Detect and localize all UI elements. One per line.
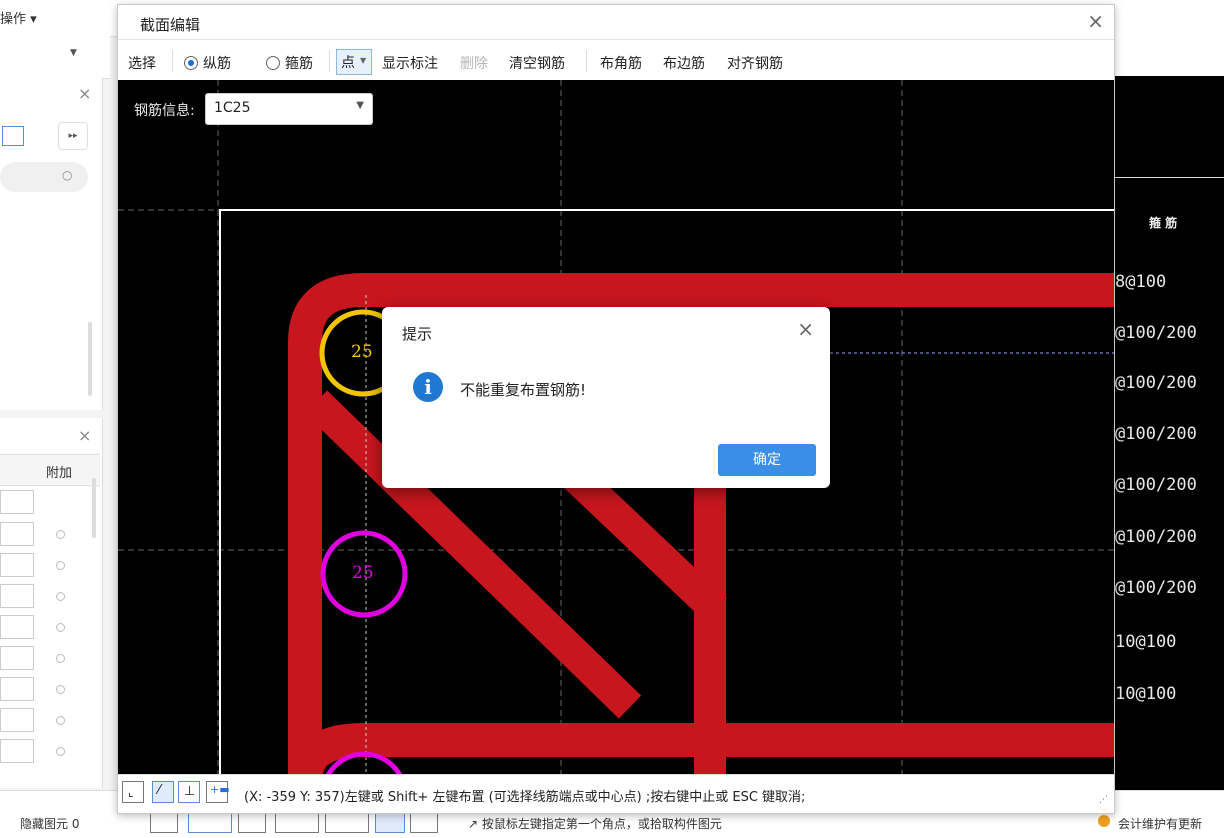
scrollbar[interactable]: [88, 322, 92, 396]
cad-row: @100/200: [1115, 578, 1197, 598]
tool-icon[interactable]: [375, 811, 405, 833]
align-rebar-button[interactable]: 对齐钢筋: [727, 53, 783, 73]
radio-icon: [184, 56, 198, 70]
close-icon[interactable]: ×: [78, 84, 91, 103]
toolbar: 选择 纵筋 箍筋 点 ▼ 显示标注 删除 清空钢筋 布角筋 布边筋 对齐钢筋: [118, 39, 1114, 81]
cad-row: 10@100: [1115, 632, 1177, 652]
select-button[interactable]: 选择: [128, 53, 156, 73]
expand-icon[interactable]: ▸▸: [58, 122, 88, 150]
radio-dot[interactable]: [56, 561, 65, 570]
message-text: 不能重复布置钢筋!: [460, 381, 587, 399]
operation-menu[interactable]: 操作 ▾: [0, 8, 37, 27]
right-header-area: [1113, 36, 1224, 76]
hidden-count: 隐藏图元 0: [20, 817, 80, 831]
tool-icon[interactable]: [150, 811, 178, 833]
left-dropdown-area: ▼: [0, 36, 110, 79]
close-icon[interactable]: ×: [78, 426, 91, 445]
radio-label: 纵筋: [203, 56, 231, 72]
line-icon[interactable]: ⁄: [152, 781, 174, 803]
ortho-icon[interactable]: ⌞: [122, 781, 144, 803]
radio-dot[interactable]: [56, 592, 65, 601]
radio-dot[interactable]: [56, 623, 65, 632]
dropdown-arrow-icon[interactable]: ▼: [70, 48, 77, 58]
cad-row: @100/200: [1115, 475, 1197, 495]
divider: [586, 50, 587, 72]
table-cell-input[interactable]: [0, 677, 34, 701]
snap-icon[interactable]: +▬: [206, 781, 230, 803]
table-cell-input[interactable]: [0, 553, 34, 577]
delete-button[interactable]: 删除: [460, 53, 488, 73]
cad-row: 10@100: [1115, 684, 1177, 704]
info-icon: i: [413, 372, 443, 402]
edge-rebar-button[interactable]: 布边筋: [663, 53, 705, 73]
show-label-button[interactable]: 显示标注: [382, 53, 438, 73]
cad-row: @100/200: [1115, 424, 1197, 444]
status-text: (X: -359 Y: 357)左键或 Shift+ 左键布置 (可选择线筋端点…: [244, 790, 806, 805]
column-header-extra: 附加: [46, 466, 73, 481]
resize-grip-icon[interactable]: ⋰: [1099, 795, 1108, 805]
rebar-info-select[interactable]: 1C25 ▼: [205, 93, 373, 125]
radio-dot[interactable]: [56, 654, 65, 663]
radio-dot[interactable]: [56, 747, 65, 756]
hint-text: ↗ 按鼠标左键指定第一个角点，或拾取构件图元: [468, 817, 722, 831]
divider: [172, 50, 173, 72]
rebar-info-value: 1C25: [214, 100, 251, 116]
update-icon: [1098, 815, 1110, 827]
table-cell-input[interactable]: [0, 739, 34, 763]
table-cell-input[interactable]: [0, 522, 34, 546]
layer-icon[interactable]: [2, 126, 24, 146]
radio-dot[interactable]: [56, 530, 65, 539]
update-text[interactable]: 会计维护有更新: [1118, 815, 1202, 832]
status-bar: ⌞ ⁄ ⊥ +▬ (X: -359 Y: 357)左键或 Shift+ 左键布置…: [118, 774, 1114, 813]
point-label: 点: [341, 55, 355, 71]
chevron-down-icon: ▼: [356, 100, 364, 111]
close-icon[interactable]: ×: [1087, 9, 1104, 33]
message-title: 提示: [402, 325, 433, 343]
divider: [329, 50, 330, 72]
radio-dot[interactable]: [56, 685, 65, 694]
table-cell-input[interactable]: [0, 615, 34, 639]
perpendicular-icon[interactable]: ⊥: [178, 781, 200, 803]
radio-label: 箍筋: [285, 56, 313, 72]
left-panel-bottom: × 附加: [0, 418, 103, 788]
cad-header: 箍 筋: [1149, 216, 1178, 230]
tool-icon[interactable]: [275, 811, 319, 833]
dialog-title: 截面编辑: [140, 16, 201, 34]
tool-icon[interactable]: [410, 811, 438, 833]
corner-rebar-button[interactable]: 布角筋: [600, 53, 642, 73]
table-cell-input[interactable]: [0, 708, 34, 732]
cad-row: @100/200: [1115, 373, 1197, 393]
radio-icon: [266, 56, 280, 70]
clear-rebar-button[interactable]: 清空钢筋: [509, 53, 565, 73]
chevron-down-icon: ▼: [360, 56, 367, 65]
close-icon[interactable]: ×: [797, 317, 814, 341]
message-dialog: 提示 × i 不能重复布置钢筋! 确定: [382, 307, 830, 488]
radio-dot[interactable]: [56, 716, 65, 725]
cad-row: 8@100: [1115, 272, 1167, 292]
tool-icon[interactable]: [188, 811, 232, 833]
rebar-label: 25: [352, 563, 374, 583]
scrollbar[interactable]: [92, 478, 96, 538]
cad-row: @100/200: [1115, 323, 1197, 343]
rebar-label: 25: [351, 342, 373, 362]
search-icon: ○: [62, 168, 73, 182]
cad-row: @100/200: [1115, 527, 1197, 547]
table-cell-input[interactable]: [0, 490, 34, 514]
table-cell-input[interactable]: [0, 646, 34, 670]
search-input[interactable]: [0, 162, 88, 192]
radio-longitudinal[interactable]: 纵筋: [184, 53, 231, 73]
tool-icon[interactable]: [238, 811, 266, 833]
radio-stirrup[interactable]: 箍筋: [266, 53, 313, 73]
table-cell-input[interactable]: [0, 584, 34, 608]
rebar-info-label: 钢筋信息:: [134, 103, 195, 119]
ok-button[interactable]: 确定: [718, 444, 816, 476]
left-panel-top: × ▸▸ ○: [0, 78, 103, 410]
point-mode-dropdown[interactable]: 点 ▼: [336, 49, 372, 75]
tool-icon[interactable]: [325, 811, 369, 833]
divider: [1113, 177, 1224, 178]
